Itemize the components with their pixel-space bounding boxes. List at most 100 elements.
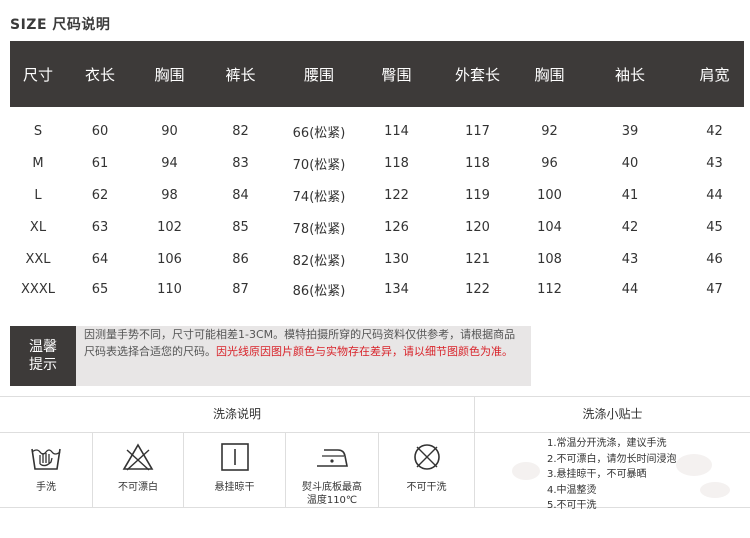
size-value-cell: 65 bbox=[91, 281, 109, 297]
size-value-cell: 100 bbox=[537, 187, 562, 203]
care-label-iron: 熨斗底板最高 温度110℃ bbox=[286, 481, 378, 507]
no-dry-clean-icon bbox=[413, 444, 440, 470]
hand-wash-icon bbox=[31, 448, 61, 470]
tip-text: 因测量手势不同，尺寸可能相差1-3CM。模特拍摄所穿的尺码资料仅供参考，请根据商… bbox=[84, 326, 526, 360]
size-value-cell: 84 bbox=[232, 187, 249, 203]
header-coat-length: 外套长 bbox=[454, 65, 500, 84]
size-value-cell: 120 bbox=[465, 219, 490, 235]
size-row: XXXL 65 110 87 86(松紧) 134 122 112 44 47 bbox=[10, 275, 744, 303]
care-item-no-bleach: 不可漂白 bbox=[93, 432, 183, 508]
care-section: 洗涤说明 洗涤小贴士 手洗 不可漂白 悬挂晾干 熨斗底板最高 温度110℃ 不可… bbox=[0, 396, 750, 511]
size-value-cell: 122 bbox=[465, 281, 490, 297]
tip-label: 温馨 提示 bbox=[10, 326, 76, 386]
size-value-cell: 85 bbox=[232, 219, 249, 235]
care-tip-item: 2.不可漂白，请勿长时间浸泡 bbox=[547, 453, 677, 465]
size-value-cell: 46 bbox=[706, 251, 723, 267]
care-tips-list: 1.常温分开洗涤，建议手洗 2.不可漂白，请勿长时间浸泡 3.悬挂晾干，不可暴晒… bbox=[547, 436, 677, 514]
size-label-cell: XXL bbox=[25, 251, 51, 267]
size-value-cell: 70(松紧) bbox=[292, 157, 346, 173]
size-label-cell: S bbox=[33, 123, 43, 139]
header-size: 尺寸 bbox=[22, 65, 53, 84]
size-value-cell: 82(松紧) bbox=[292, 253, 346, 269]
size-value-cell: 134 bbox=[384, 281, 409, 297]
size-value-cell: 83 bbox=[232, 155, 249, 171]
size-table-header: 尺寸 衣长 胸围 裤长 腰围 臀围 外套长 胸围 袖长 肩宽 bbox=[10, 41, 744, 107]
hang-dry-icon bbox=[220, 443, 249, 471]
size-value-cell: 98 bbox=[161, 187, 178, 203]
care-label-no-dry-clean: 不可干洗 bbox=[406, 482, 447, 493]
size-value-cell: 41 bbox=[621, 187, 639, 203]
size-label-cell: XL bbox=[29, 219, 47, 235]
care-label-iron-line1: 熨斗底板最高 bbox=[302, 482, 362, 493]
header-chest: 胸围 bbox=[154, 65, 185, 84]
size-value-cell: 60 bbox=[91, 123, 109, 139]
size-label-cell: XXXL bbox=[21, 281, 55, 297]
tip-label-line1: 温馨 bbox=[29, 339, 57, 355]
care-label-no-bleach: 不可漂白 bbox=[118, 482, 158, 493]
size-table: 尺寸 衣长 胸围 裤长 腰围 臀围 外套长 胸围 袖长 肩宽 S 60 90 82 66… bbox=[10, 41, 744, 303]
size-row: XXL 64 106 86 82(松紧) 130 121 108 43 46 bbox=[10, 243, 744, 275]
size-value-cell: 130 bbox=[384, 251, 409, 267]
header-sleeve: 袖长 bbox=[614, 65, 645, 84]
size-value-cell: 74(松紧) bbox=[292, 189, 346, 205]
size-value-cell: 82 bbox=[232, 123, 249, 139]
size-value-cell: 119 bbox=[465, 187, 490, 203]
header-hip: 臀围 bbox=[381, 65, 412, 84]
tip-box: 温馨 提示 因测量手势不同，尺寸可能相差1-3CM。模特拍摄所穿的尺码资料仅供参… bbox=[10, 326, 531, 386]
size-value-cell: 126 bbox=[384, 219, 409, 235]
care-item-iron: 熨斗底板最高 温度110℃ bbox=[286, 432, 378, 508]
size-value-cell: 64 bbox=[91, 251, 109, 267]
tip-label-line2: 提示 bbox=[29, 357, 57, 373]
decorative-blob bbox=[700, 482, 730, 498]
size-row: L 62 98 84 74(松紧) 122 119 100 41 44 bbox=[10, 179, 744, 211]
tip-text-red: 因光线原因图片颜色与实物存在差异，请以细节图颜色为准。 bbox=[216, 345, 513, 358]
care-instructions-title: 洗涤说明 bbox=[212, 407, 261, 421]
header-waist: 腰围 bbox=[303, 65, 334, 84]
size-value-cell: 44 bbox=[706, 187, 723, 203]
size-value-cell: 90 bbox=[161, 123, 178, 139]
size-value-cell: 39 bbox=[621, 123, 639, 139]
care-tip-item: 4.中温整烫 bbox=[547, 484, 597, 496]
size-value-cell: 66(松紧) bbox=[292, 125, 346, 141]
size-value-cell: 118 bbox=[384, 155, 409, 171]
care-tip-item: 1.常温分开洗涤，建议手洗 bbox=[547, 438, 667, 449]
size-value-cell: 106 bbox=[157, 251, 182, 267]
size-value-cell: 45 bbox=[706, 219, 723, 235]
size-value-cell: 118 bbox=[465, 155, 490, 171]
size-value-cell: 121 bbox=[465, 251, 490, 267]
size-row: S 60 90 82 66(松紧) 114 117 92 39 42 bbox=[10, 115, 744, 147]
size-row: XL 63 102 85 78(松紧) 126 120 104 42 45 bbox=[10, 211, 744, 243]
size-label-cell: L bbox=[34, 187, 42, 203]
care-tips-title: 洗涤小贴士 bbox=[582, 407, 643, 421]
size-value-cell: 42 bbox=[706, 123, 723, 139]
size-value-cell: 117 bbox=[465, 123, 490, 139]
size-value-cell: 112 bbox=[537, 281, 562, 297]
size-value-cell: 104 bbox=[537, 219, 562, 235]
size-value-cell: 62 bbox=[91, 187, 109, 203]
size-label-cell: M bbox=[32, 155, 44, 171]
header-length: 衣长 bbox=[84, 65, 115, 84]
size-row: M 61 94 83 70(松紧) 118 118 96 40 43 bbox=[10, 147, 744, 179]
iron-icon bbox=[317, 449, 348, 467]
size-value-cell: 78(松紧) bbox=[292, 221, 346, 237]
size-value-cell: 114 bbox=[384, 123, 409, 139]
size-value-cell: 42 bbox=[621, 219, 639, 235]
size-value-cell: 96 bbox=[541, 155, 558, 171]
size-value-cell: 86 bbox=[232, 251, 249, 267]
size-value-cell: 44 bbox=[621, 281, 639, 297]
size-value-cell: 87 bbox=[232, 281, 249, 297]
size-value-cell: 43 bbox=[706, 155, 723, 171]
care-label-hang-dry: 悬挂晾干 bbox=[214, 482, 255, 493]
size-value-cell: 47 bbox=[706, 281, 723, 297]
care-tip-item: 3.悬挂晾干，不可暴晒 bbox=[547, 469, 647, 480]
size-value-cell: 43 bbox=[621, 251, 639, 267]
size-value-cell: 122 bbox=[384, 187, 409, 203]
size-value-cell: 86(松紧) bbox=[292, 283, 346, 299]
decorative-blob bbox=[512, 462, 540, 480]
size-value-cell: 110 bbox=[157, 281, 182, 297]
no-bleach-icon bbox=[122, 443, 154, 471]
care-item-hand-wash: 手洗 bbox=[0, 432, 92, 508]
size-value-cell: 61 bbox=[91, 155, 109, 171]
care-item-hang-dry: 悬挂晾干 bbox=[184, 432, 285, 508]
size-value-cell: 40 bbox=[621, 155, 639, 171]
